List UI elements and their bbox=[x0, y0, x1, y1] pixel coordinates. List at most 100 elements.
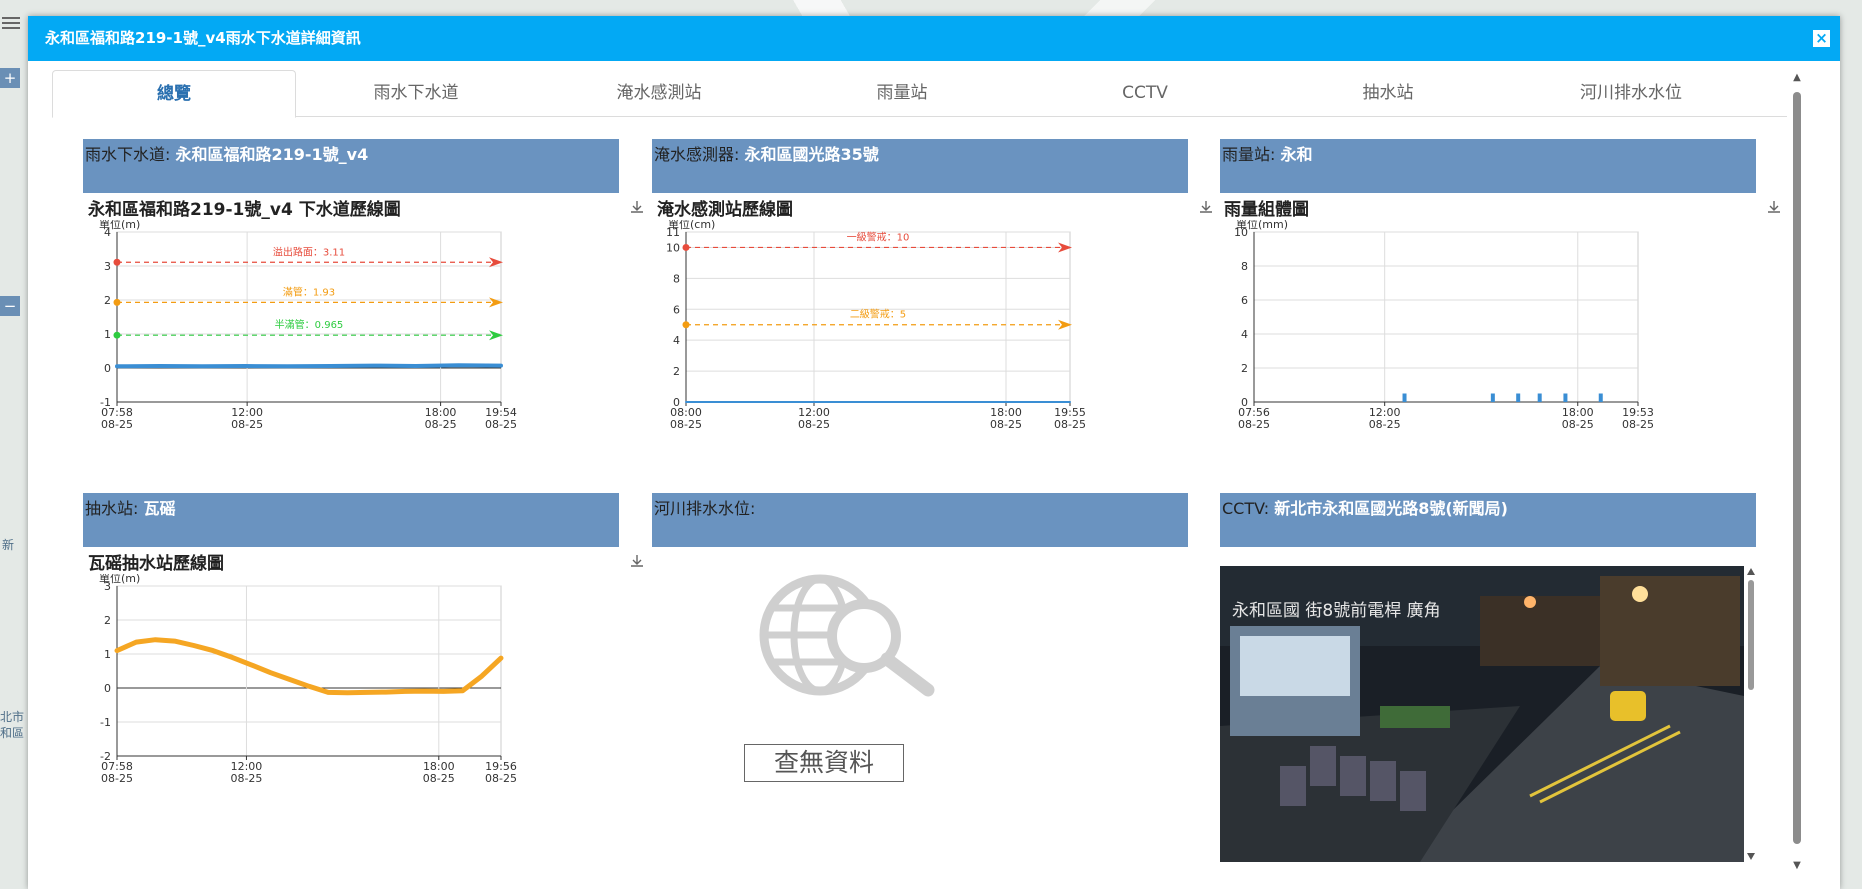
pump-hydrograph-chart: 單位(m)-2-1012307:5808-2512:0008-2518:0008… bbox=[99, 574, 517, 785]
card-value: 瓦磘 bbox=[143, 499, 176, 518]
card-header-cctv: CCTV: 新北市永和區國光路8號(新聞局) bbox=[1220, 493, 1756, 547]
chart-plot-frame bbox=[1253, 231, 1639, 403]
card-label: 雨水下水道: bbox=[85, 145, 176, 164]
download-icon[interactable] bbox=[1198, 199, 1214, 215]
chart-threshold-dot bbox=[682, 243, 690, 251]
modal-header: 永和區福和路219-1號_v4雨水下水道詳細資訊 × bbox=[28, 16, 1840, 61]
chart-threshold-label: 溢出路面：3.11 bbox=[273, 245, 345, 258]
chart-y-tick-label: 0 bbox=[104, 682, 111, 695]
chart-y-tick-label: 2 bbox=[104, 294, 111, 307]
chart-y-tick-label: 2 bbox=[1241, 362, 1248, 375]
tab-cctv[interactable]: CCTV bbox=[1024, 70, 1266, 116]
zoom-out-button[interactable]: − bbox=[0, 296, 20, 316]
chart-title-sewer: 永和區福和路219-1號_v4 下水道歷線圖 bbox=[88, 200, 401, 220]
chart-threshold-label: 一級警戒：10 bbox=[847, 230, 910, 243]
chart-bar bbox=[1490, 393, 1495, 402]
chart-y-tick-label: 6 bbox=[1241, 294, 1248, 307]
chart-x-tick-label: 08-25 bbox=[423, 772, 455, 785]
download-icon[interactable] bbox=[629, 199, 645, 215]
chart-y-tick-label: 4 bbox=[1241, 328, 1248, 341]
tab-river-level[interactable]: 河川排水水位 bbox=[1510, 70, 1752, 116]
chart-threshold-dot bbox=[682, 321, 690, 329]
card-value: 新北市永和區國光路8號(新聞局) bbox=[1274, 499, 1508, 518]
chart-bar bbox=[1537, 393, 1542, 402]
chart-x-tick-label: 08-25 bbox=[798, 418, 830, 431]
chart-bar bbox=[1402, 393, 1407, 402]
card-value: 永和區福和路219-1號_v4 bbox=[175, 145, 369, 164]
map-label: 和區 bbox=[0, 726, 25, 740]
scroll-thumb[interactable] bbox=[1793, 92, 1801, 844]
card-label: 抽水站: bbox=[85, 499, 144, 518]
chart-y-tick-label: 10 bbox=[666, 241, 680, 254]
chart-x-tick-label: 08-25 bbox=[1562, 418, 1594, 431]
card-header-flood: 淹水感測器: 永和區國光路35號 bbox=[652, 139, 1188, 193]
sewer-hydrograph-chart: 單位(m)-10123407:5808-2512:0008-2518:0008-… bbox=[99, 220, 517, 431]
chart-bar bbox=[1516, 393, 1521, 402]
map-label: 新 bbox=[2, 538, 15, 552]
chart-x-tick-label: 08-25 bbox=[485, 772, 517, 785]
chart-x-tick-label: 08-25 bbox=[1054, 418, 1086, 431]
zoom-in-button[interactable]: + bbox=[0, 68, 20, 88]
chart-y-tick-label: 8 bbox=[673, 272, 680, 285]
chart-y-tick-label: 2 bbox=[673, 365, 680, 378]
card-header-sewer: 雨水下水道: 永和區福和路219-1號_v4 bbox=[83, 139, 619, 193]
tab-sewer[interactable]: 雨水下水道 bbox=[295, 70, 537, 116]
chart-y-tick-label: 2 bbox=[104, 614, 111, 627]
card-value: 永和區國光路35號 bbox=[744, 145, 879, 164]
cctv-image[interactable]: 永和區國 街8號前電桿 廣角 bbox=[1220, 566, 1744, 862]
chart-y-tick-label: 3 bbox=[104, 260, 111, 273]
chart-x-tick-label: 08-25 bbox=[670, 418, 702, 431]
no-data-label: 查無資料 bbox=[744, 744, 904, 782]
chart-y-tick-label: 10 bbox=[1234, 226, 1248, 239]
menu-icon[interactable] bbox=[2, 14, 20, 32]
card-header-pump: 抽水站: 瓦磘 bbox=[83, 493, 619, 547]
cctv-scrollbar[interactable] bbox=[1745, 566, 1757, 862]
tab-pump-station[interactable]: 抽水站 bbox=[1267, 70, 1509, 116]
card-header-river: 河川排水水位: bbox=[652, 493, 1188, 547]
chart-title-rain: 雨量組體圖 bbox=[1224, 200, 1309, 220]
chart-threshold-dot bbox=[113, 258, 121, 266]
chart-bar bbox=[1598, 393, 1603, 402]
chart-x-tick-label: 08-25 bbox=[1238, 418, 1270, 431]
cctv-caption: 永和區國 街8號前電桿 廣角 bbox=[1232, 601, 1441, 621]
scroll-down-icon[interactable]: ▼ bbox=[1790, 860, 1804, 872]
chart-y-tick-label: 3 bbox=[104, 580, 111, 593]
chart-x-tick-label: 08-25 bbox=[425, 418, 457, 431]
chart-y-tick-label: 8 bbox=[1241, 260, 1248, 273]
chart-y-tick-label: 1 bbox=[104, 328, 111, 341]
chart-plot-frame bbox=[116, 585, 502, 757]
chart-x-tick-label: 08-25 bbox=[230, 772, 262, 785]
chart-threshold-label: 滿管：1.93 bbox=[283, 285, 335, 298]
chart-x-tick-label: 08-25 bbox=[1622, 418, 1654, 431]
tab-bar: 總覽 雨水下水道 淹水感測站 雨量站 CCTV 抽水站 河川排水水位 bbox=[52, 70, 1787, 118]
chart-x-tick-label: 08-25 bbox=[1369, 418, 1401, 431]
chart-threshold-dot bbox=[113, 298, 121, 306]
card-label: CCTV: bbox=[1222, 499, 1275, 518]
modal-title: 永和區福和路219-1號_v4雨水下水道詳細資訊 bbox=[45, 29, 361, 47]
scroll-up-icon[interactable]: ▲ bbox=[1790, 72, 1804, 84]
chart-y-tick-label: 11 bbox=[666, 226, 680, 239]
tab-rain-station[interactable]: 雨量站 bbox=[781, 70, 1023, 116]
chart-y-tick-label: 0 bbox=[104, 362, 111, 375]
card-header-rain: 雨量站: 永和 bbox=[1220, 139, 1756, 193]
tab-flood-sensor[interactable]: 淹水感測站 bbox=[538, 70, 780, 116]
close-icon[interactable]: × bbox=[1813, 30, 1830, 47]
tab-overview[interactable]: 總覽 bbox=[52, 70, 296, 118]
chart-y-tick-label: 6 bbox=[673, 303, 680, 316]
chart-y-tick-label: -1 bbox=[100, 716, 111, 729]
no-data-globe-search-icon bbox=[759, 574, 935, 697]
chart-bar bbox=[1563, 393, 1568, 402]
chart-y-tick-label: 4 bbox=[673, 334, 680, 347]
chart-threshold-dot bbox=[113, 331, 121, 339]
map-tools: + − 新 北市 和區 bbox=[0, 0, 26, 889]
card-label: 河川排水水位: bbox=[654, 499, 756, 518]
card-label: 雨量站: bbox=[1222, 145, 1281, 164]
modal-scrollbar[interactable]: ▲ ▼ bbox=[1790, 72, 1804, 872]
download-icon[interactable] bbox=[629, 553, 645, 569]
chart-threshold-label: 半滿管：0.965 bbox=[275, 318, 344, 331]
chart-threshold-label: 二級警戒：5 bbox=[850, 308, 906, 321]
chart-x-tick-label: 08-25 bbox=[990, 418, 1022, 431]
flood-hydrograph-chart: 單位(cm)02468101108:0008-2512:0008-2518:00… bbox=[666, 220, 1086, 431]
chart-x-tick-label: 08-25 bbox=[101, 418, 133, 431]
download-icon[interactable] bbox=[1766, 199, 1782, 215]
